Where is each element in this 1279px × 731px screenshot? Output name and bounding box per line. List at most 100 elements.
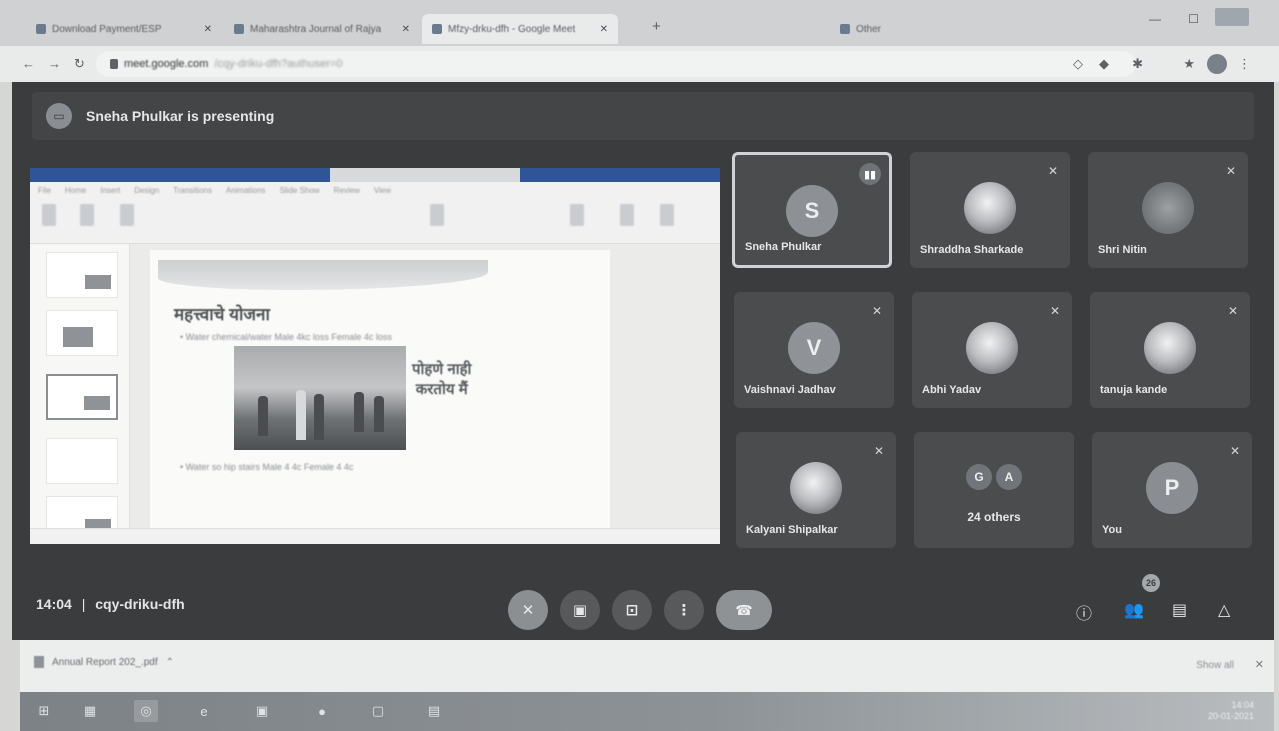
mic-toggle-button[interactable]: ✕ <box>508 590 548 630</box>
extensions-puzzle-icon[interactable]: ✱ <box>1132 56 1143 72</box>
slide-bullet: • Water chemical/water Male 4kc loss Fem… <box>180 332 392 342</box>
address-bar[interactable]: meet.google.com /cqy-driku-dfh?authuser=… <box>96 51 1136 77</box>
mic-off-icon: ✕ <box>871 304 882 318</box>
address-bar-row: ← → ↻ meet.google.com /cqy-driku-dfh?aut… <box>0 46 1279 82</box>
self-tile[interactable]: ✕ P You <box>1092 432 1252 548</box>
mic-off-icon: ✕ <box>873 444 884 458</box>
chevron-up-icon[interactable]: ⌃ <box>166 657 174 668</box>
taskbar-clock[interactable]: 14:04 20-01-2021 <box>1208 700 1254 722</box>
mic-off-icon: ✕ <box>1049 304 1060 318</box>
avatar <box>966 322 1018 374</box>
presenting-icon: ▭ <box>46 103 72 129</box>
shared-screen[interactable]: File Home Insert Design Transitions Animation… <box>30 168 720 544</box>
mic-off-icon: ✕ <box>521 602 535 619</box>
participants-count-badge: 26 <box>1142 574 1160 592</box>
minimize-icon[interactable]: — <box>1149 12 1161 26</box>
hangup-icon: ☎ <box>735 601 753 618</box>
browser-tab[interactable]: Maharashtra Journal of Rajya ✕ <box>224 14 420 44</box>
avatar <box>790 462 842 514</box>
app-taskbar-icon[interactable]: ▢ <box>366 700 390 722</box>
browser-tab[interactable]: Download Payment/ESP ✕ <box>26 14 222 44</box>
forward-icon[interactable]: → <box>48 56 61 71</box>
url-domain: meet.google.com <box>124 58 209 70</box>
task-view-icon[interactable]: ▦ <box>78 700 102 722</box>
participant-name: Shri Nitin <box>1098 244 1147 256</box>
windows-start-icon[interactable]: ⊞ <box>32 700 56 722</box>
participant-tile[interactable]: ✕ Shri Nitin <box>1088 152 1248 268</box>
leave-call-button[interactable]: ☎ <box>716 590 772 630</box>
participant-tile[interactable]: ▮▮ S Sneha Phulkar <box>732 152 892 268</box>
clock-time: 14:04 <box>1231 700 1254 710</box>
back-icon[interactable]: ← <box>22 56 35 71</box>
extension-icon[interactable]: ◇ <box>1073 56 1083 72</box>
profile-avatar[interactable] <box>1207 54 1227 74</box>
participant-tile[interactable]: ✕ V Vaishnavi Jadhav <box>734 292 894 408</box>
close-window-button[interactable] <box>1215 8 1249 26</box>
app-taskbar-icon[interactable]: ▣ <box>250 700 274 722</box>
download-filename: Annual Report 202_.pdf <box>52 656 158 668</box>
clock-date: 20-01-2021 <box>1207 711 1254 721</box>
close-shelf-icon[interactable]: ✕ <box>1255 658 1264 671</box>
participant-name: Sneha Phulkar <box>745 241 822 253</box>
tab-close-icon[interactable]: ✕ <box>204 24 212 35</box>
reload-icon[interactable]: ↻ <box>74 56 85 72</box>
show-all-downloads-link[interactable]: Show all <box>1196 660 1234 671</box>
others-tile[interactable]: G A 24 others <box>914 432 1074 548</box>
participant-tile[interactable]: ✕ tanuja kande <box>1090 292 1250 408</box>
maximize-icon[interactable]: ☐ <box>1188 12 1199 26</box>
slide-thumbnail[interactable] <box>46 438 118 484</box>
mic-off-icon: ✕ <box>1047 164 1058 178</box>
bookmark-star-icon[interactable]: ★ <box>1183 56 1195 72</box>
info-icon[interactable]: ⓘ <box>1076 600 1092 624</box>
slide-thumbnail-selected[interactable] <box>46 374 118 420</box>
browser-tab-active[interactable]: Mfzy-drku-dfh - Google Meet ✕ <box>422 14 618 44</box>
browser-tabstrip: Download Payment/ESP ✕ Maharashtra Journ… <box>0 0 1279 46</box>
pdf-file-icon <box>34 656 44 668</box>
ppt-ribbon: File Home Insert Design Transitions Animation… <box>30 182 720 244</box>
tab-favicon-icon <box>234 24 244 34</box>
participant-name: tanuja kande <box>1100 384 1168 396</box>
download-item[interactable]: Annual Report 202_.pdf ⌃ <box>34 656 174 668</box>
photo-caption-line: करतोय मैं <box>415 381 468 398</box>
extension-icon[interactable]: ◆ <box>1099 56 1109 72</box>
tab-favicon-icon <box>840 24 850 34</box>
app-taskbar-icon[interactable]: ▤ <box>422 700 446 722</box>
tab-close-icon[interactable]: ✕ <box>600 24 608 35</box>
presenting-banner: ▭ Sneha Phulkar is presenting <box>32 92 1254 140</box>
tab-label: Maharashtra Journal of Rajya <box>250 23 382 35</box>
slide-thumbnail-pane <box>30 244 130 544</box>
tab-close-icon[interactable]: ✕ <box>402 24 410 35</box>
more-options-button[interactable]: ⋮ <box>664 590 704 630</box>
present-now-button[interactable]: ⊡ <box>612 590 652 630</box>
camera-toggle-button[interactable]: ▣ <box>560 590 600 630</box>
chat-icon[interactable]: ▤ <box>1172 600 1187 620</box>
chrome-taskbar-icon[interactable]: ◎ <box>134 700 158 722</box>
slide-decoration <box>158 260 488 290</box>
avatar: S <box>786 185 838 237</box>
people-icon[interactable]: 👥 <box>1124 600 1144 620</box>
tab-favicon-icon <box>36 24 46 34</box>
avatar: A <box>996 464 1022 490</box>
participant-name: Abhi Yadav <box>922 384 982 396</box>
participant-tile[interactable]: ✕ Kalyani Shipalkar <box>736 432 896 548</box>
new-tab-icon[interactable]: + <box>652 18 661 35</box>
ppt-statusbar <box>30 528 720 544</box>
participant-tile[interactable]: ✕ Abhi Yadav <box>912 292 1072 408</box>
slide-thumbnail[interactable] <box>46 252 118 298</box>
ribbon-tabs: File Home Insert Design Transitions Animation… <box>38 186 392 195</box>
mic-off-icon: ✕ <box>1225 164 1236 178</box>
ppt-titlebar <box>30 168 720 182</box>
avatar <box>1142 182 1194 234</box>
browser-menu-icon[interactable]: ⋮ <box>1238 56 1251 72</box>
activities-icon[interactable]: △ <box>1218 600 1230 620</box>
browser-tab[interactable]: Other <box>830 14 1030 44</box>
edge-taskbar-icon[interactable]: e <box>192 700 216 722</box>
participant-tile[interactable]: ✕ Shraddha Sharkade <box>910 152 1070 268</box>
present-screen-icon: ⊡ <box>625 602 639 619</box>
app-taskbar-icon[interactable]: ● <box>310 700 334 722</box>
camera-icon: ▣ <box>572 602 588 619</box>
windows-taskbar: ⊞ ▦ ◎ e ▣ ● ▢ ▤ 14:04 20-01-2021 <box>20 692 1274 731</box>
slide-thumbnail[interactable] <box>46 310 118 356</box>
participant-name: You <box>1102 524 1122 536</box>
meeting-info: 14:04 | cqy-driku-dfh <box>36 596 185 612</box>
